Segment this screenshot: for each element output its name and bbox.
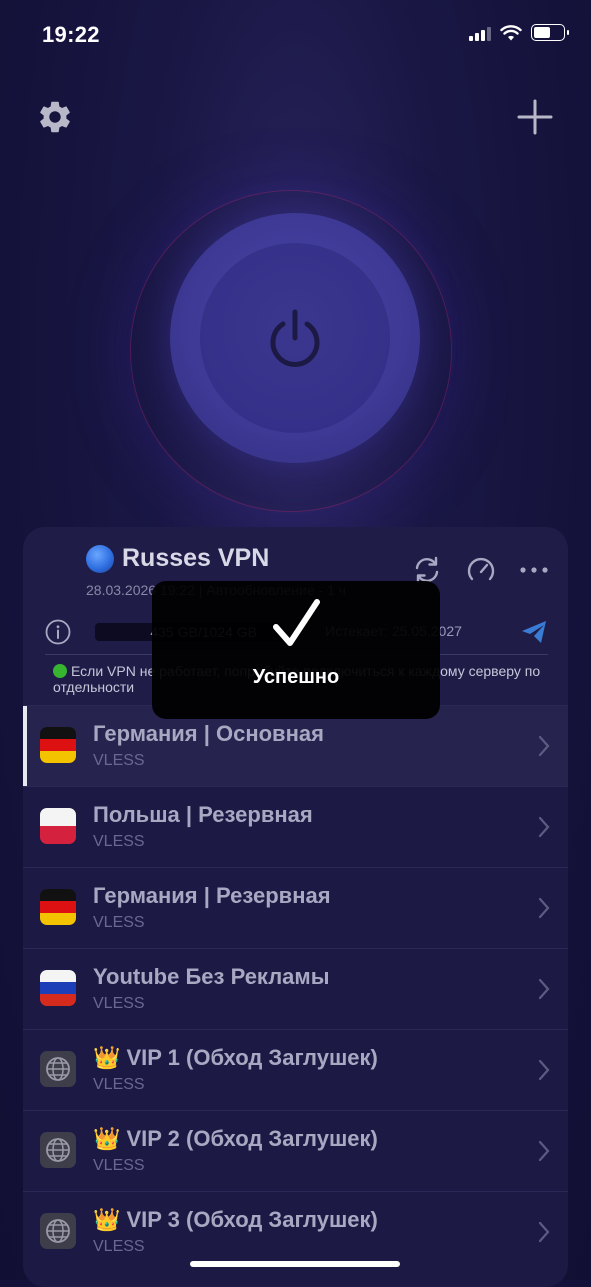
status-icons: [469, 24, 569, 41]
flag-russia-icon: [40, 970, 76, 1006]
toast-message: Успешно: [252, 666, 340, 688]
server-name: Польша | Резервная: [93, 802, 313, 827]
server-protocol: VLESS: [93, 914, 145, 931]
server-name: Youtube Без Рекламы: [93, 964, 330, 989]
globe-icon: [40, 1051, 76, 1087]
gear-icon: [40, 101, 70, 133]
server-protocol: VLESS: [93, 752, 145, 769]
wifi-icon: [500, 24, 522, 40]
server-protocol: VLESS: [93, 1076, 145, 1093]
server-item[interactable]: Польша | Резервная VLESS: [23, 786, 568, 867]
server-item[interactable]: 👑 VIP 2 (Обход Заглушек) VLESS: [23, 1110, 568, 1191]
chevron-right-icon: [538, 897, 550, 919]
server-name: Германия | Основная: [93, 721, 324, 746]
server-protocol: VLESS: [93, 833, 145, 850]
flag-germany-icon: [40, 889, 76, 925]
server-name: 👑 VIP 2 (Обход Заглушек): [93, 1126, 378, 1151]
server-name: 👑 VIP 3 (Обход Заглушек): [93, 1207, 378, 1232]
globe-icon: [40, 1213, 76, 1249]
subscription-name: Russes VPN: [122, 544, 270, 572]
more-button[interactable]: [517, 553, 551, 587]
server-item[interactable]: Youtube Без Рекламы VLESS: [23, 948, 568, 1029]
chevron-right-icon: [538, 978, 550, 1000]
flag-poland-icon: [40, 808, 76, 844]
subscription-title: Russes VPN: [86, 544, 269, 573]
add-button[interactable]: [513, 95, 557, 139]
cellular-signal-icon: [469, 25, 491, 41]
telegram-icon[interactable]: [520, 619, 548, 645]
home-indicator[interactable]: [190, 1261, 400, 1267]
checkmark-icon: [273, 599, 320, 646]
success-toast: Успешно: [152, 581, 440, 719]
speedometer-icon: [467, 557, 495, 581]
active-indicator: [23, 706, 27, 786]
info-icon[interactable]: [45, 619, 71, 645]
battery-icon: [531, 24, 569, 41]
chevron-right-icon: [538, 735, 550, 757]
server-item[interactable]: 👑 VIP 1 (Обход Заглушек) VLESS: [23, 1029, 568, 1110]
chevron-right-icon: [538, 1140, 550, 1162]
server-protocol: VLESS: [93, 995, 145, 1012]
more-icon: [520, 567, 548, 573]
server-protocol: VLESS: [93, 1157, 145, 1174]
settings-button[interactable]: [33, 95, 77, 139]
globe-icon: [40, 1132, 76, 1168]
power-button-inner[interactable]: [200, 243, 390, 433]
status-bar: 19:22: [0, 0, 591, 70]
chevron-right-icon: [538, 1221, 550, 1243]
power-area: [0, 180, 591, 512]
chevron-right-icon: [538, 1059, 550, 1081]
flag-germany-icon: [40, 727, 76, 763]
server-protocol: VLESS: [93, 1238, 145, 1255]
chevron-right-icon: [538, 816, 550, 838]
server-item[interactable]: 👑 VIP 3 (Обход Заглушек) VLESS: [23, 1191, 568, 1272]
speedtest-button[interactable]: [464, 553, 498, 587]
globe-icon: [86, 544, 114, 573]
status-time: 19:22: [42, 22, 100, 47]
server-list: Германия | Основная VLESS Польша | Резер…: [23, 705, 568, 1272]
server-name: Германия | Резервная: [93, 883, 331, 908]
plus-icon: [517, 99, 553, 135]
power-icon: [270, 309, 320, 367]
server-item[interactable]: Германия | Резервная VLESS: [23, 867, 568, 948]
status-dot-icon: [53, 664, 67, 678]
server-name: 👑 VIP 1 (Обход Заглушек): [93, 1045, 378, 1070]
